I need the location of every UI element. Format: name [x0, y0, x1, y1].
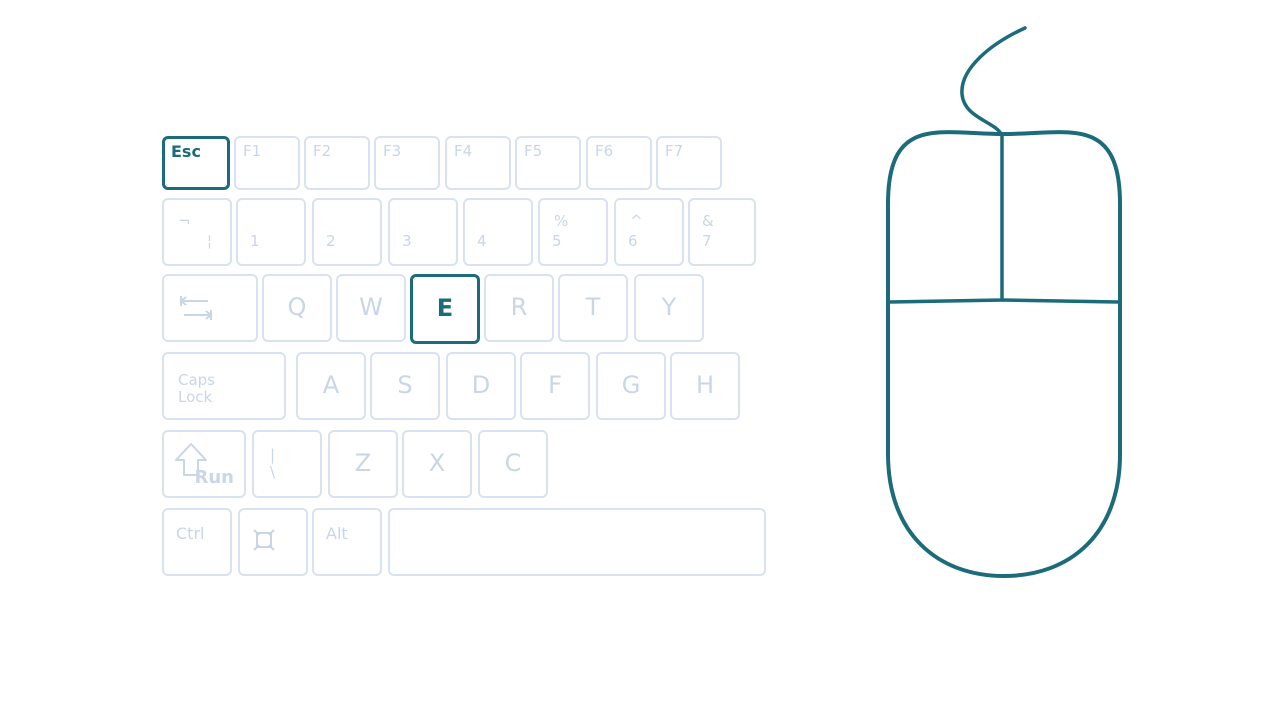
key-5-label: 5	[552, 232, 562, 250]
key-a-label: A	[322, 370, 340, 399]
key-g[interactable]: G	[596, 352, 666, 420]
key-space[interactable]	[388, 508, 766, 576]
key-6[interactable]: ^ 6	[614, 198, 684, 266]
key-alt[interactable]: Alt	[312, 508, 382, 576]
key-f2[interactable]: F2	[304, 136, 370, 190]
key-f2-label: F2	[313, 142, 332, 160]
key-s[interactable]: S	[370, 352, 440, 420]
key-f6[interactable]: F6	[586, 136, 652, 190]
key-3[interactable]: 3	[388, 198, 458, 266]
key-caps-lock-label: Caps Lock	[178, 372, 215, 406]
key-backtick-bottom: ¦	[206, 232, 212, 250]
key-shift[interactable]: Run	[162, 430, 246, 498]
key-d-label: D	[471, 370, 491, 399]
key-windows[interactable]	[238, 508, 308, 576]
key-f5-label: F5	[524, 142, 543, 160]
key-ctrl[interactable]: Ctrl	[162, 508, 232, 576]
key-y[interactable]: Y	[634, 274, 704, 342]
key-2[interactable]: 2	[312, 198, 382, 266]
key-tab[interactable]	[162, 274, 258, 342]
key-f1-label: F1	[243, 142, 262, 160]
key-backslash-bottom: \	[270, 463, 276, 481]
key-backtick[interactable]: ¬ ¦	[162, 198, 232, 266]
key-backslash[interactable]: | \	[252, 430, 322, 498]
key-backslash-top: |	[270, 446, 276, 464]
key-backtick-top: ¬	[178, 212, 191, 230]
key-z[interactable]: Z	[328, 430, 398, 498]
key-caps-lock[interactable]: Caps Lock	[162, 352, 286, 420]
key-f3[interactable]: F3	[374, 136, 440, 190]
key-5[interactable]: % 5	[538, 198, 608, 266]
windows-icon	[253, 529, 275, 551]
key-q-label: Q	[287, 292, 307, 321]
key-f1[interactable]: F1	[234, 136, 300, 190]
key-esc[interactable]: Esc	[162, 136, 230, 190]
shift-sub-label: Run	[194, 467, 235, 488]
key-ctrl-label: Ctrl	[176, 524, 205, 543]
key-c-label: C	[504, 448, 522, 477]
key-f-label: F	[548, 370, 562, 399]
key-r[interactable]: R	[484, 274, 554, 342]
key-1[interactable]: 1	[236, 198, 306, 266]
key-5-top: %	[554, 212, 569, 230]
key-2-label: 2	[326, 232, 336, 250]
mouse-body	[886, 130, 1122, 579]
mouse-cord	[960, 26, 1027, 138]
key-c[interactable]: C	[478, 430, 548, 498]
computer-mouse-icon	[880, 24, 1130, 584]
key-s-label: S	[397, 370, 413, 399]
key-f4[interactable]: F4	[445, 136, 511, 190]
mouse-right-button[interactable]	[1001, 298, 1119, 304]
key-t[interactable]: T	[558, 274, 628, 342]
key-4-label: 4	[477, 232, 487, 250]
key-e[interactable]: E	[410, 274, 480, 344]
mouse-svg	[886, 26, 1122, 579]
key-f[interactable]: F	[520, 352, 590, 420]
key-y-label: Y	[661, 292, 677, 321]
key-r-label: R	[510, 292, 528, 321]
key-f7[interactable]: F7	[656, 136, 722, 190]
key-4[interactable]: 4	[463, 198, 533, 266]
key-d[interactable]: D	[446, 352, 516, 420]
key-f7-label: F7	[665, 142, 684, 160]
key-g-label: G	[621, 370, 641, 399]
key-f5[interactable]: F5	[515, 136, 581, 190]
key-h-label: H	[695, 370, 715, 399]
key-6-top: ^	[630, 212, 643, 230]
key-w[interactable]: W	[336, 274, 406, 342]
tab-icon	[179, 296, 213, 320]
keyboard: Esc F1 F2 F3 F4 F5 F6 F7 ¬ ¦ 1 2 3 4 % 5…	[160, 134, 770, 579]
key-7[interactable]: & 7	[688, 198, 756, 266]
key-esc-label: Esc	[171, 142, 201, 161]
key-w-label: W	[359, 292, 383, 321]
key-alt-label: Alt	[326, 524, 348, 543]
key-a[interactable]: A	[296, 352, 366, 420]
key-f4-label: F4	[454, 142, 473, 160]
caps-line-1: Caps	[178, 371, 216, 389]
key-x[interactable]: X	[402, 430, 472, 498]
key-1-label: 1	[250, 232, 260, 250]
key-f3-label: F3	[383, 142, 402, 160]
key-t-label: T	[585, 292, 601, 321]
caps-line-2: Lock	[178, 388, 213, 406]
key-x-label: X	[428, 448, 446, 477]
key-f6-label: F6	[595, 142, 614, 160]
key-h[interactable]: H	[670, 352, 740, 420]
key-q[interactable]: Q	[262, 274, 332, 342]
key-7-label: 7	[702, 232, 712, 250]
key-e-label: E	[436, 293, 454, 322]
key-7-top: &	[702, 212, 714, 230]
key-3-label: 3	[402, 232, 412, 250]
key-z-label: Z	[354, 448, 372, 477]
key-6-label: 6	[628, 232, 638, 250]
